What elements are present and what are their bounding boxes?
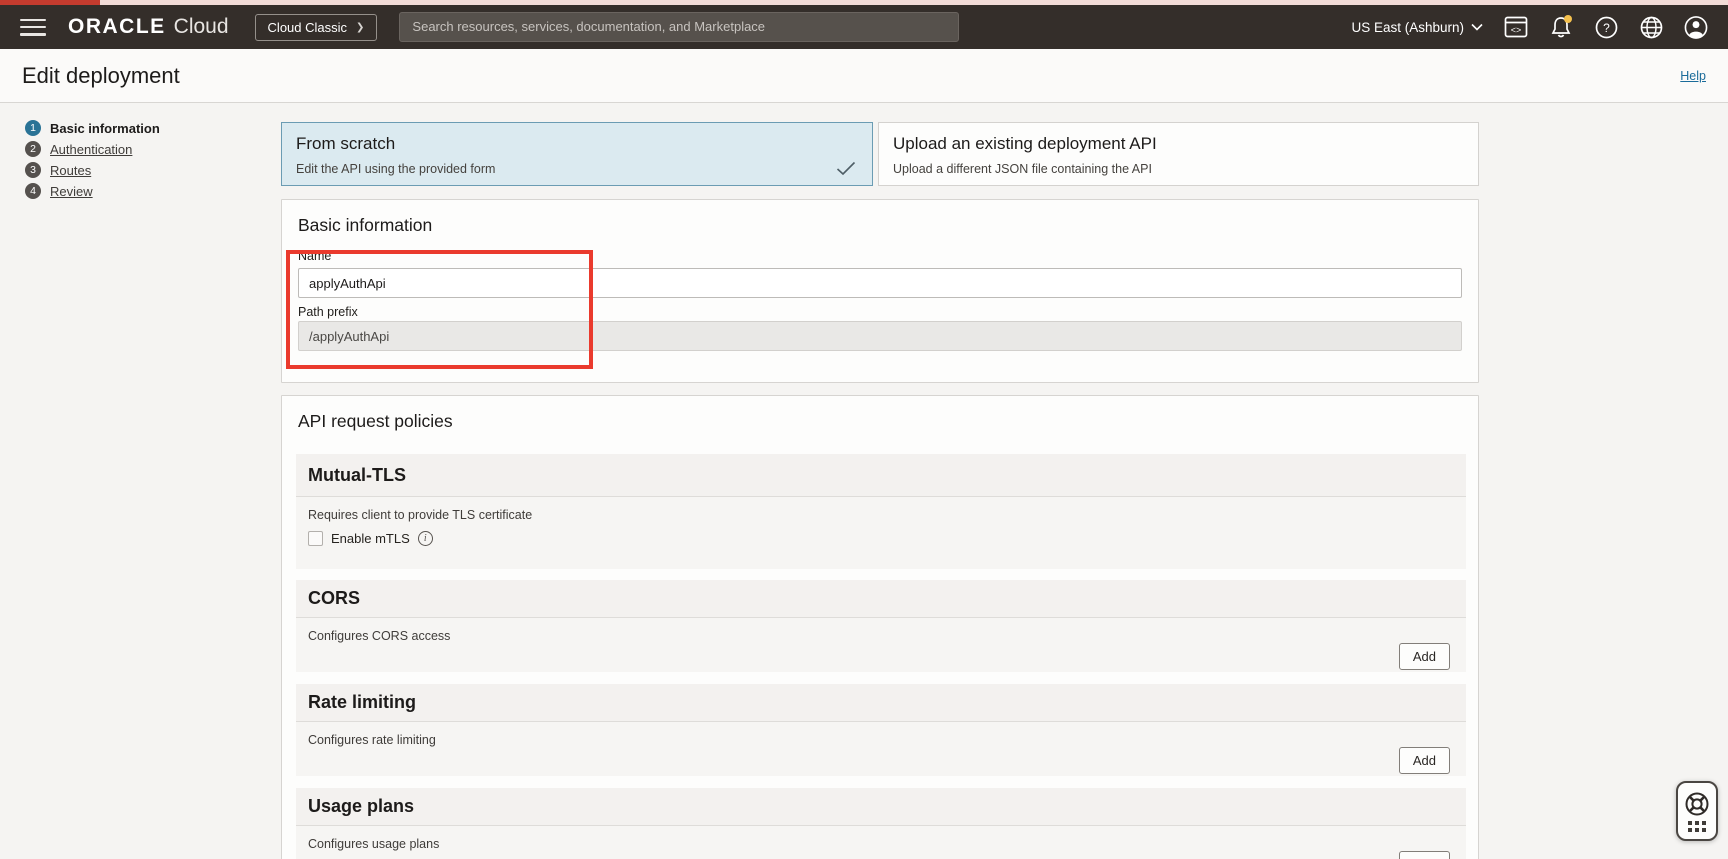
selected-check-icon	[836, 161, 856, 176]
basic-information-section: Basic information Name Path prefix	[281, 199, 1479, 383]
enable-mtls-row: Enable mTLS i	[308, 531, 1466, 546]
name-input[interactable]	[298, 268, 1462, 298]
section-title: Basic information	[298, 215, 432, 236]
name-field-label: Name	[298, 249, 331, 263]
panel-description: Configures usage plans	[296, 826, 1466, 851]
panel-header: CORS	[296, 580, 1466, 618]
drag-handle-dots-icon	[1688, 821, 1706, 832]
card-subtitle: Upload a different JSON file containing …	[893, 162, 1464, 176]
rate-limiting-add-button[interactable]: Add	[1399, 747, 1450, 774]
page-title: Edit deployment	[22, 63, 180, 89]
wizard-step-label: Basic information	[50, 121, 160, 136]
developer-tools-icon[interactable]: <>	[1504, 15, 1528, 39]
hamburger-menu-icon[interactable]	[20, 19, 46, 36]
region-selector[interactable]: US East (Ashburn)	[1351, 20, 1483, 35]
floating-help-widget[interactable]	[1676, 781, 1718, 841]
wizard-step-authentication[interactable]: 2 Authentication	[25, 141, 160, 157]
panel-heading: Rate limiting	[308, 692, 416, 713]
main-content: From scratch Edit the API using the prov…	[281, 103, 1479, 859]
api-request-policies-section: API request policies Mutual-TLS Requires…	[281, 395, 1479, 859]
oci-console-page: ORACLE Cloud Cloud Classic ❯ Search reso…	[0, 0, 1728, 859]
step-number-badge: 4	[25, 183, 41, 199]
help-link[interactable]: Help	[1680, 69, 1706, 83]
cloud-classic-label: Cloud Classic	[268, 20, 347, 35]
enable-mtls-checkbox[interactable]	[308, 531, 323, 546]
card-title: Upload an existing deployment API	[893, 134, 1464, 154]
panel-body: Configures CORS access Add	[296, 618, 1466, 643]
policy-panel-cors: CORS Configures CORS access Add	[296, 580, 1466, 672]
top-navigation-bar: ORACLE Cloud Cloud Classic ❯ Search reso…	[0, 0, 1728, 49]
policy-panel-rate-limiting: Rate limiting Configures rate limiting A…	[296, 684, 1466, 776]
global-search-input[interactable]: Search resources, services, documentatio…	[399, 12, 959, 42]
notifications-bell-icon[interactable]	[1549, 15, 1573, 39]
page-load-progress-fill	[0, 0, 100, 5]
oracle-cloud-logo[interactable]: ORACLE Cloud	[68, 15, 229, 39]
panel-description: Configures rate limiting	[296, 722, 1466, 747]
life-ring-icon	[1684, 791, 1710, 817]
card-from-scratch[interactable]: From scratch Edit the API using the prov…	[281, 122, 873, 186]
usage-plans-add-button[interactable]: Add	[1399, 851, 1450, 859]
path-prefix-input	[298, 321, 1462, 351]
panel-body: Requires client to provide TLS certifica…	[296, 497, 1466, 546]
wizard-steps: 1 Basic information 2 Authentication 3 R…	[25, 120, 160, 204]
region-label: US East (Ashburn)	[1351, 20, 1464, 35]
panel-heading: Mutual-TLS	[308, 465, 406, 486]
panel-header: Mutual-TLS	[296, 454, 1466, 497]
enable-mtls-label: Enable mTLS	[331, 531, 410, 546]
api-source-cards: From scratch Edit the API using the prov…	[281, 122, 1479, 186]
user-avatar-icon[interactable]	[1684, 15, 1708, 39]
wizard-step-basic-information: 1 Basic information	[25, 120, 160, 136]
chevron-down-icon	[1471, 23, 1483, 31]
svg-text:?: ?	[1603, 21, 1610, 35]
panel-heading: CORS	[308, 588, 360, 609]
panel-header: Rate limiting	[296, 684, 1466, 722]
wizard-step-label[interactable]: Routes	[50, 163, 91, 178]
card-upload-existing-api[interactable]: Upload an existing deployment API Upload…	[878, 122, 1479, 186]
policy-panel-usage-plans: Usage plans Configures usage plans Add	[296, 788, 1466, 859]
panel-body: Configures usage plans Add	[296, 826, 1466, 851]
wizard-step-routes[interactable]: 3 Routes	[25, 162, 160, 178]
page-header: Edit deployment Help	[0, 49, 1728, 103]
card-title: From scratch	[296, 134, 858, 154]
notification-dot	[1564, 15, 1572, 23]
wizard-step-review[interactable]: 4 Review	[25, 183, 160, 199]
step-number-badge: 3	[25, 162, 41, 178]
logo-oracle-text: ORACLE	[68, 15, 166, 39]
panel-description: Configures CORS access	[296, 618, 1466, 643]
svg-text:<>: <>	[1511, 25, 1522, 35]
panel-description: Requires client to provide TLS certifica…	[296, 497, 1466, 522]
info-icon[interactable]: i	[418, 531, 433, 546]
help-question-icon[interactable]: ?	[1594, 15, 1618, 39]
step-number-badge: 1	[25, 120, 41, 136]
wizard-step-label[interactable]: Authentication	[50, 142, 132, 157]
logo-cloud-text: Cloud	[174, 15, 229, 39]
section-title: API request policies	[298, 411, 453, 432]
topbar-right-controls: US East (Ashburn) <>	[1351, 15, 1708, 39]
wizard-step-label[interactable]: Review	[50, 184, 93, 199]
cloud-classic-button[interactable]: Cloud Classic ❯	[255, 14, 378, 41]
policy-panel-mutual-tls: Mutual-TLS Requires client to provide TL…	[296, 454, 1466, 569]
path-prefix-field-label: Path prefix	[298, 305, 358, 319]
chevron-right-icon: ❯	[356, 22, 364, 33]
cors-add-button[interactable]: Add	[1399, 643, 1450, 670]
card-subtitle: Edit the API using the provided form	[296, 162, 858, 176]
panel-heading: Usage plans	[308, 796, 414, 817]
page-load-progress-track	[0, 0, 1728, 5]
step-number-badge: 2	[25, 141, 41, 157]
panel-body: Configures rate limiting Add	[296, 722, 1466, 747]
panel-header: Usage plans	[296, 788, 1466, 826]
language-globe-icon[interactable]	[1639, 15, 1663, 39]
